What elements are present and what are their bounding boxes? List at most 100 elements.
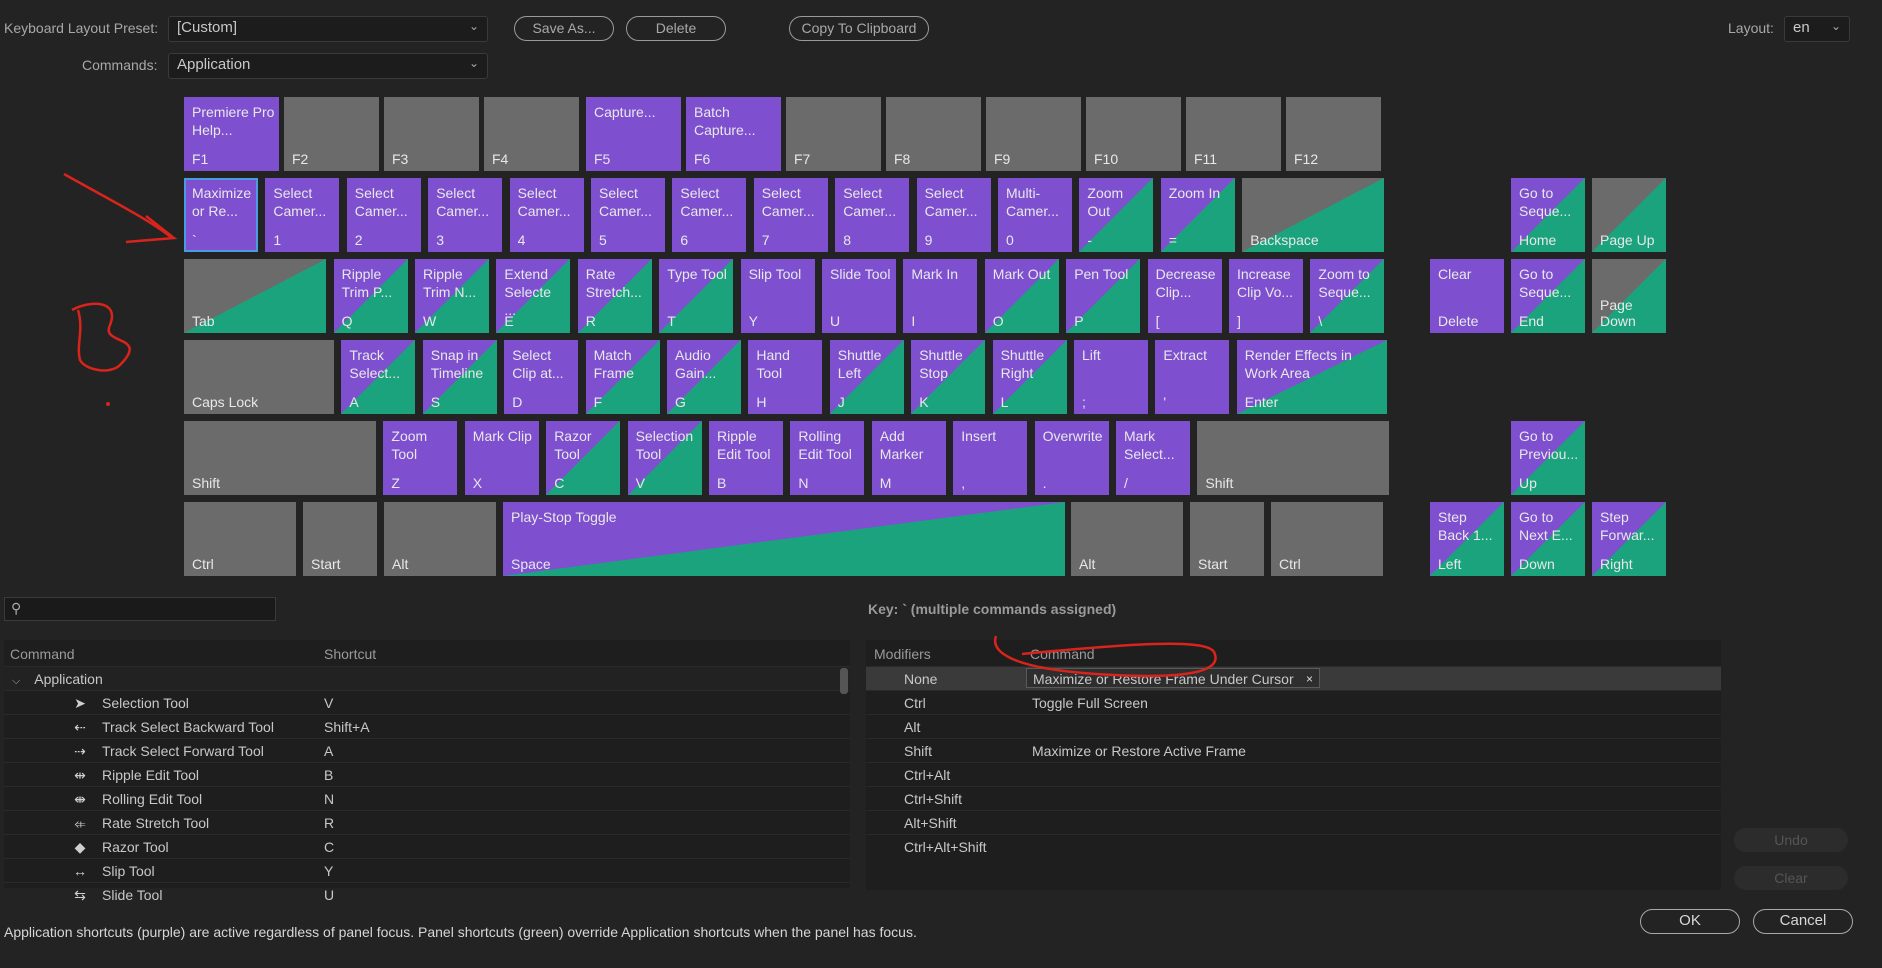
key-z[interactable]: Zoom Tool Z [383, 421, 458, 495]
key-7[interactable]: Select Camer... 7 [753, 178, 828, 252]
key-down[interactable]: Go to Next E... Down [1511, 502, 1585, 576]
key-c[interactable]: Razor Tool C [546, 421, 621, 495]
key-s[interactable]: Snap in Timeline S [422, 340, 497, 414]
key-t[interactable]: Type Tool T [659, 259, 734, 333]
command-row[interactable]: ↔ Slip Tool Y [4, 858, 850, 883]
key-end[interactable]: Go to Seque... End [1511, 259, 1585, 333]
command-row[interactable]: ➤ Selection Tool V [4, 690, 850, 715]
modifier-row[interactable]: Shift Maximize or Restore Active Frame [866, 738, 1721, 763]
key-start[interactable]: Start [1190, 502, 1264, 576]
key-[interactable]: Zoom to Seque... \ [1310, 259, 1385, 333]
key-[interactable]: Overwrite. [1034, 421, 1109, 495]
key-alt[interactable]: Alt [1071, 502, 1183, 576]
key-e[interactable]: Extend Selecte ... E [496, 259, 571, 333]
command-row[interactable]: ⇢ Track Select Forward Tool A [4, 738, 850, 763]
key-2[interactable]: Select Camer... 2 [346, 178, 421, 252]
key-k[interactable]: Shuttle Stop K [911, 340, 986, 414]
chevron-down-icon[interactable]: ⌵ [12, 675, 20, 687]
key-1[interactable]: Select Camer... 1 [265, 178, 340, 252]
close-icon[interactable]: × [1306, 669, 1313, 689]
key-9[interactable]: Select Camer... 9 [916, 178, 991, 252]
key-enter[interactable]: Render Effects in Work Area Enter [1236, 340, 1387, 414]
key-[interactable]: Zoom In = [1160, 178, 1235, 252]
scrollbar-thumb[interactable] [840, 668, 848, 694]
key-p[interactable]: Pen Tool P [1066, 259, 1141, 333]
key-[interactable]: Increase Clip Vo...] [1229, 259, 1303, 333]
key-v[interactable]: Selection Tool V [627, 421, 702, 495]
column-header-command[interactable]: Command [10, 646, 75, 662]
key-8[interactable]: Select Camer... 8 [835, 178, 910, 252]
key-h[interactable]: Hand Tool H [748, 340, 823, 414]
key-b[interactable]: Ripple Edit Tool B [709, 421, 783, 495]
key-shift[interactable]: Shift [184, 421, 376, 495]
modifier-row[interactable]: Alt+Shift [866, 810, 1721, 835]
key-f11[interactable]: F11 [1186, 97, 1281, 171]
save-as-button[interactable]: Save As... [514, 16, 614, 41]
key-page-down[interactable]: Page Down [1592, 259, 1666, 333]
command-row[interactable]: ⇆ Slide Tool U [4, 882, 850, 907]
command-row[interactable]: ⤂ Rate Stretch Tool R [4, 810, 850, 835]
key-d[interactable]: Select Clip at... D [504, 340, 579, 414]
clear-button[interactable]: Clear [1734, 866, 1848, 890]
key-f12[interactable]: F12 [1286, 97, 1381, 171]
key-f2[interactable]: F2 [284, 97, 379, 171]
key-space[interactable]: Play-Stop Toggle Space [503, 502, 1065, 576]
key-q[interactable]: Ripple Trim P... Q [333, 259, 408, 333]
key-shift[interactable]: Shift [1197, 421, 1390, 495]
key-start[interactable]: Start [303, 502, 377, 576]
undo-button[interactable]: Undo [1734, 828, 1848, 852]
key-backspace[interactable]: Backspace [1242, 178, 1385, 252]
command-row[interactable]: ⇠ Track Select Backward Tool Shift+A [4, 714, 850, 739]
key-right[interactable]: Step Forwar... Right [1592, 502, 1666, 576]
key-n[interactable]: Rolling Edit Tool N [790, 421, 865, 495]
key-4[interactable]: Select Camer... 4 [509, 178, 584, 252]
key-f4[interactable]: F4 [484, 97, 579, 171]
key-f7[interactable]: F7 [786, 97, 881, 171]
key-0[interactable]: Multi-Camer... 0 [998, 178, 1072, 252]
modifier-row[interactable]: Ctrl+Alt [866, 762, 1721, 787]
key-tab[interactable]: Tab [184, 259, 326, 333]
command-row[interactable]: ◆ Razor Tool C [4, 834, 850, 859]
key-ctrl[interactable]: Ctrl [184, 502, 296, 576]
modifier-row[interactable]: Ctrl+Shift [866, 786, 1721, 811]
key-[interactable]: Lift; [1074, 340, 1148, 414]
layout-dropdown[interactable]: en ⌄ [1784, 16, 1850, 42]
key-alt[interactable]: Alt [384, 502, 496, 576]
ok-button[interactable]: OK [1640, 909, 1740, 934]
key-r[interactable]: Rate Stretch... R [577, 259, 652, 333]
key-l[interactable]: Shuttle Right L [992, 340, 1067, 414]
preset-dropdown[interactable]: [Custom] ⌄ [168, 16, 488, 42]
key-y[interactable]: Slip Tool Y [740, 259, 815, 333]
key-3[interactable]: Select Camer... 3 [428, 178, 503, 252]
cancel-button[interactable]: Cancel [1753, 909, 1853, 934]
modifier-row[interactable]: Ctrl+Alt+Shift [866, 834, 1721, 859]
key-o[interactable]: Mark Out O [984, 259, 1059, 333]
key-u[interactable]: Slide Tool U [822, 259, 896, 333]
key-f3[interactable]: F3 [384, 97, 479, 171]
key-[interactable]: Extract ' [1155, 340, 1230, 414]
key-f8[interactable]: F8 [886, 97, 981, 171]
key-f5[interactable]: Capture... F5 [586, 97, 681, 171]
key-[interactable]: Zoom Out - [1079, 178, 1154, 252]
key-left[interactable]: Step Back 1... Left [1430, 502, 1504, 576]
commands-dropdown[interactable]: Application ⌄ [168, 53, 488, 79]
key-[interactable]: Mark Select... / [1116, 421, 1190, 495]
key-6[interactable]: Select Camer... 6 [672, 178, 747, 252]
key-a[interactable]: Track Select... A [341, 340, 416, 414]
modifier-row[interactable]: Alt [866, 714, 1721, 739]
key-home[interactable]: Go to Seque... Home [1511, 178, 1585, 252]
command-row[interactable]: ⇼ Rolling Edit Tool N [4, 786, 850, 811]
key-f6[interactable]: Batch Capture... F6 [686, 97, 781, 171]
key-[interactable]: Maximize or Re... ` [184, 178, 258, 252]
copy-to-clipboard-button[interactable]: Copy To Clipboard [789, 16, 929, 41]
group-row-application[interactable]: ⌵ Application [4, 666, 850, 691]
key-5[interactable]: Select Camer... 5 [591, 178, 665, 252]
key-delete[interactable]: Clear Delete [1430, 259, 1504, 333]
key-page-up[interactable]: Page Up [1592, 178, 1666, 252]
delete-button[interactable]: Delete [626, 16, 726, 41]
key-g[interactable]: Audio Gain... G [667, 340, 741, 414]
key-ctrl[interactable]: Ctrl [1271, 502, 1383, 576]
search-input[interactable]: ⚲ [4, 597, 276, 621]
key-[interactable]: Insert, [953, 421, 1028, 495]
key-[interactable]: Decrease Clip... [ [1147, 259, 1222, 333]
